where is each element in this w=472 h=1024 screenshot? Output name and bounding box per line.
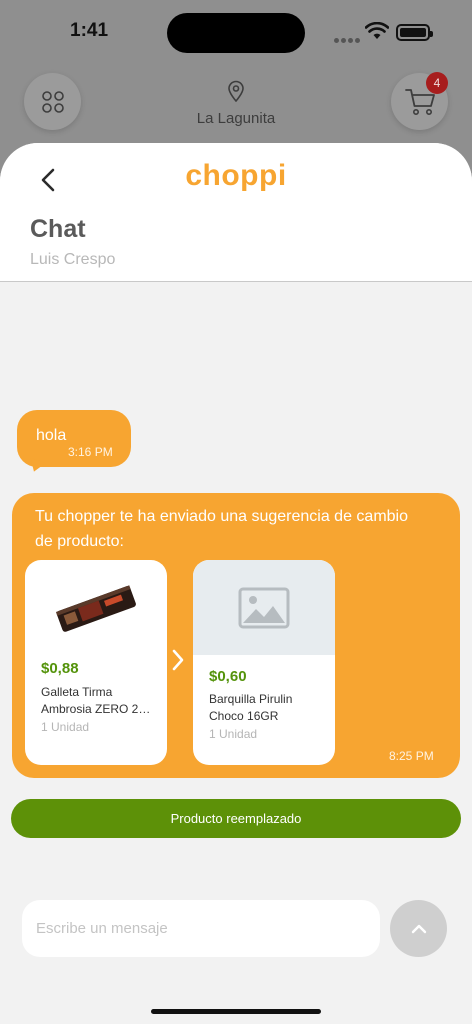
chevron-right-icon [172,649,184,671]
status-bar: 1:41 [0,0,472,64]
message-input[interactable] [22,900,380,957]
product-name-line: Ambrosia ZERO 21.... [41,702,156,716]
product-replaced-button[interactable]: Producto reemplazado [11,799,461,838]
location-pin-icon [228,80,244,103]
product-name-line: Galleta Tirma [41,685,113,699]
message-text: hola [36,427,67,444]
product-price: $0,60 [209,668,247,685]
chevron-up-icon [411,924,426,933]
home-indicator [151,1009,321,1014]
top-app-bar: La Lagunita [0,64,472,144]
dynamic-island [167,13,305,53]
product-name: Barquilla Pirulin Choco 16GR [209,691,324,725]
signal-icon [334,30,362,48]
choppi-logo: choppi [185,159,287,192]
replacement-product-card[interactable]: $0,60 Barquilla Pirulin Choco 16GR 1 Uni… [193,560,335,765]
location-selector[interactable]: La Lagunita [150,80,322,127]
chat-contact-name: Luis Crespo [30,251,116,268]
cookie-package-image [55,584,136,632]
page-title: Chat [30,215,86,243]
message-time: 3:16 PM [68,445,113,459]
product-suggestion-card: Tu chopper te ha enviado una sugerencia … [12,493,460,778]
product-name-line: Barquilla Pirulin [209,692,293,706]
product-unit: 1 Unidad [41,720,90,734]
cart-count-badge: 4 [426,72,448,94]
send-button[interactable] [390,900,447,957]
chat-sheet: choppi Chat Luis Crespo hola 3:16 PM Tu … [0,143,472,1024]
wifi-icon [365,22,389,39]
grid-icon [41,90,64,113]
product-unit: 1 Unidad [209,727,258,741]
product-price: $0,88 [41,660,79,677]
product-name: Galleta Tirma Ambrosia ZERO 21.... [41,684,156,718]
message-input-wrapper [22,900,380,957]
status-time: 1:41 [70,20,109,41]
image-placeholder-icon [238,587,290,628]
chat-header: choppi Chat Luis Crespo [0,143,472,282]
location-label: La Lagunita [196,110,276,127]
battery-icon [396,24,433,41]
product-image [25,560,167,655]
suggestion-text: Tu chopper te ha enviado una sugerencia … [35,508,408,550]
original-product-card[interactable]: $0,88 Galleta Tirma Ambrosia ZERO 21....… [25,560,167,765]
message-time: 8:25 PM [389,749,434,763]
product-name-line: Choco 16GR [209,709,279,723]
product-image [193,560,335,655]
categories-button[interactable] [24,73,81,130]
